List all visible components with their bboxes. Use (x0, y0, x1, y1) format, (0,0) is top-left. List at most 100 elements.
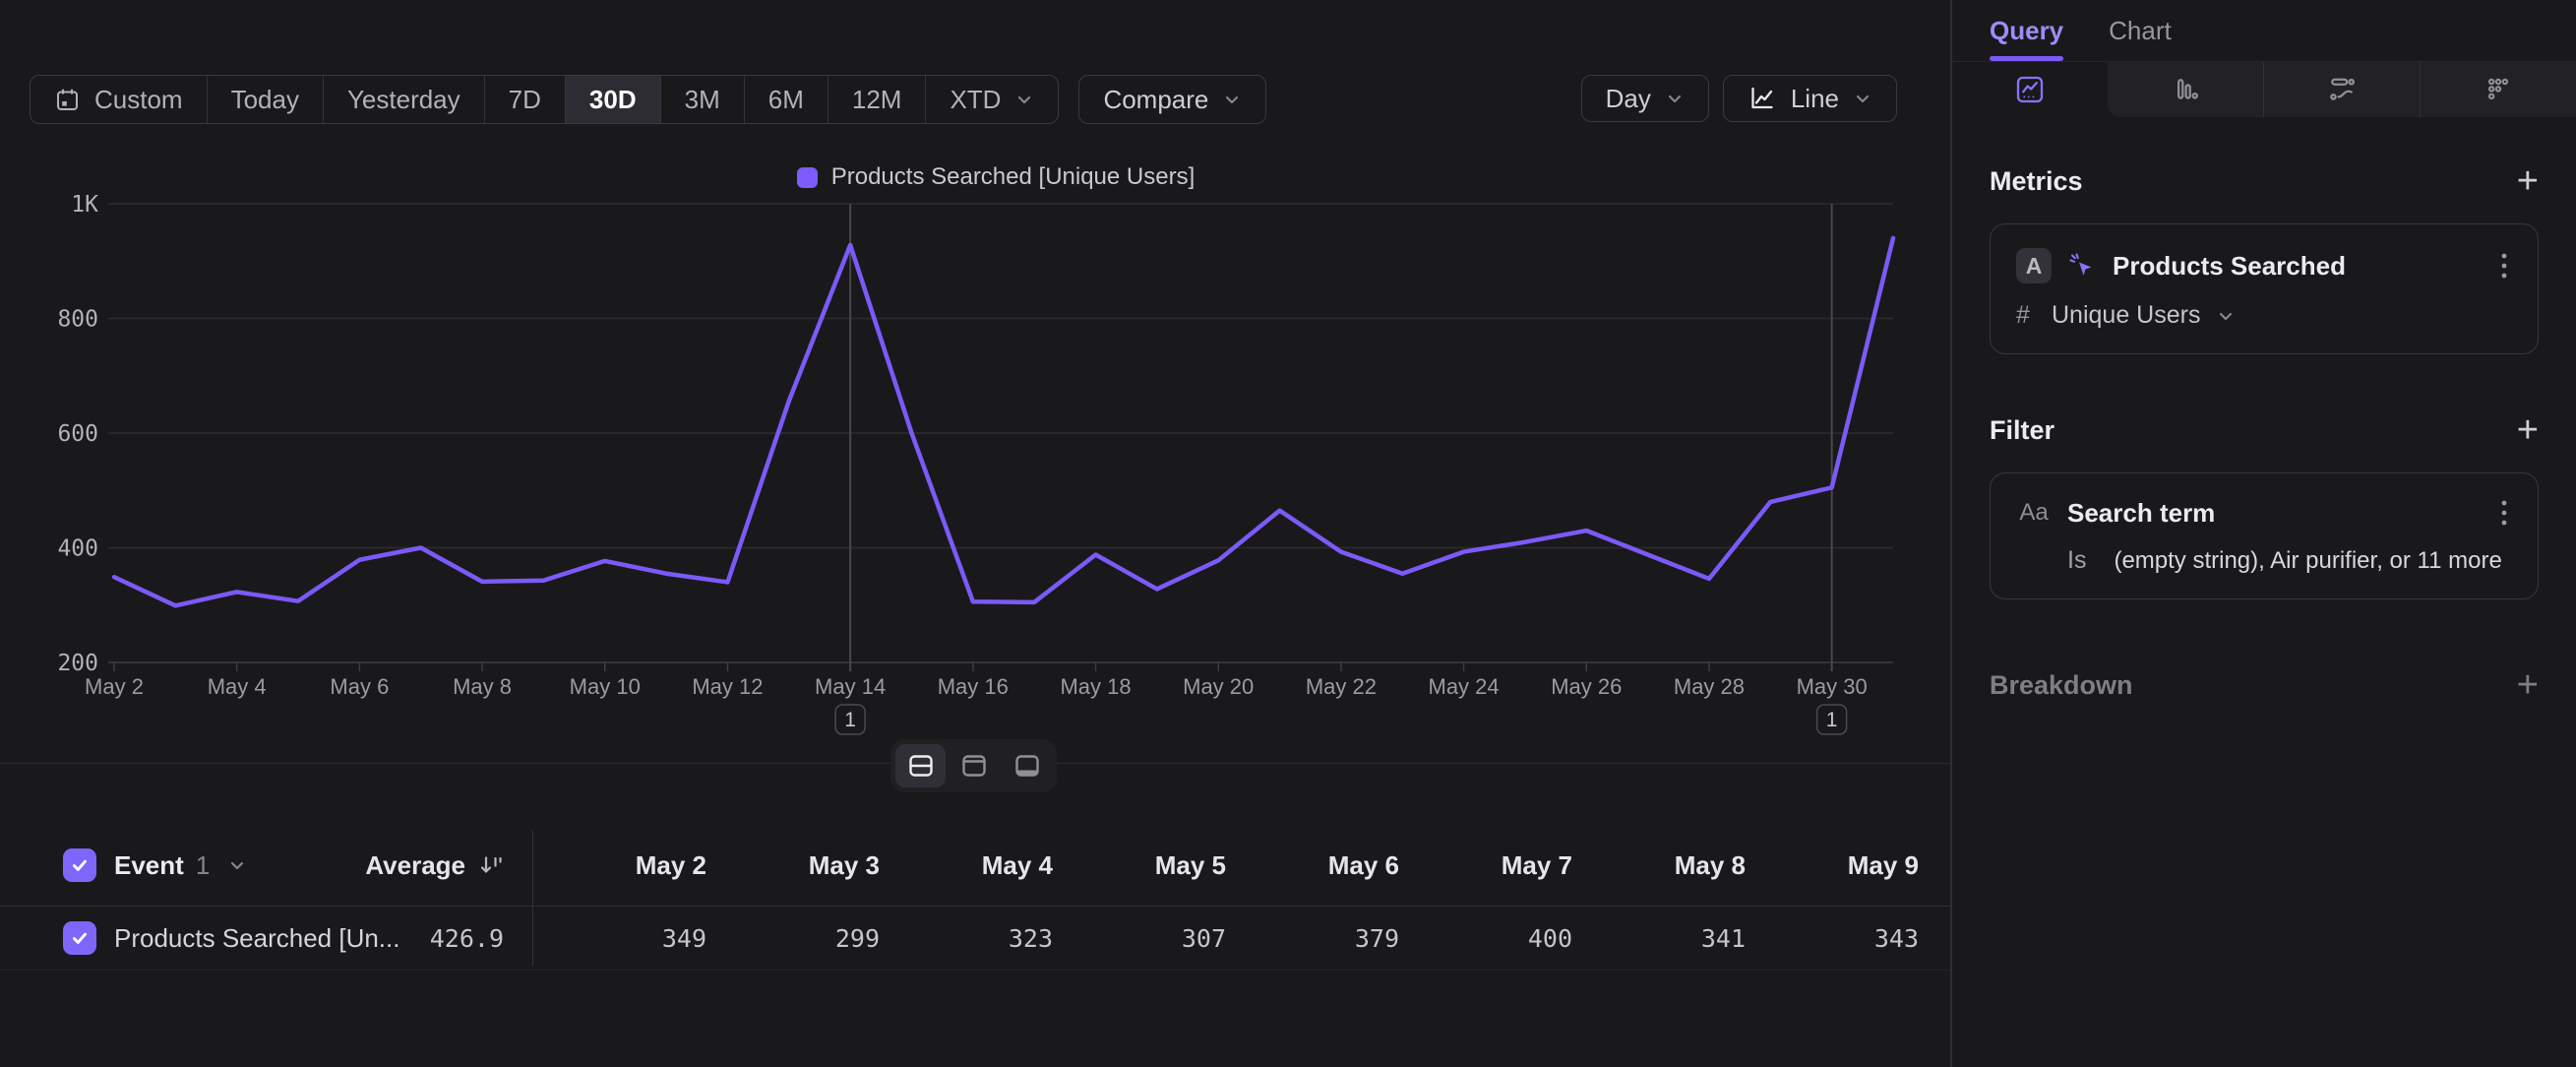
calendar-icon (54, 87, 81, 113)
row-checkbox[interactable] (63, 921, 96, 955)
sort-descending-icon[interactable] (477, 852, 504, 879)
cell-may-4: 323 (880, 924, 1053, 953)
add-breakdown-button[interactable]: + (2517, 666, 2539, 704)
series-line (114, 238, 1893, 605)
metric-name: Products Searched (2113, 251, 2481, 282)
compare-button[interactable]: Compare (1078, 75, 1266, 124)
svg-text:800: 800 (57, 307, 98, 333)
viz-tab-metric[interactable] (2420, 62, 2576, 117)
chevron-down-icon[interactable] (2216, 306, 2236, 326)
main-area: 2004006008001KMay 2May 4May 6May 8May 10… (0, 0, 1950, 1067)
event-click-icon (2067, 251, 2097, 281)
filter-type-badge: Aa (2016, 499, 2052, 527)
range-xtd[interactable]: XTD (925, 76, 1058, 123)
range-today[interactable]: Today (207, 76, 323, 123)
range-30d[interactable]: 30D (565, 76, 660, 123)
column-header-may-6[interactable]: May 6 (1226, 850, 1399, 881)
select-all-checkbox[interactable] (63, 848, 96, 882)
metric-dots-icon (2483, 74, 2514, 105)
legend-swatch (797, 167, 818, 188)
line-chart-icon (1748, 84, 1777, 113)
range-12m[interactable]: 12M (828, 76, 926, 123)
check-icon (70, 928, 90, 948)
date-columns-values: 349299323307379400341343 (533, 924, 1919, 953)
filter-property-name: Search term (2067, 498, 2481, 529)
annotation-badge[interactable] (1817, 705, 1847, 734)
column-header-may-8[interactable]: May 8 (1572, 850, 1746, 881)
viz-tab-flow[interactable] (2263, 62, 2420, 117)
split-layout-icon (906, 751, 936, 781)
metric-card[interactable]: A Products Searched # Unique Users (1990, 223, 2539, 354)
chart-style-label: Line (1791, 84, 1839, 114)
chevron-down-icon[interactable] (227, 855, 247, 875)
range-3m[interactable]: 3M (660, 76, 744, 123)
column-header-may-3[interactable]: May 3 (706, 850, 880, 881)
aggregation-selector[interactable]: Unique Users (2052, 301, 2200, 330)
flow-sankey-icon (2326, 74, 2358, 105)
metrics-section-title: Metrics (1990, 166, 2083, 197)
insights-line-chart-icon (2014, 74, 2046, 105)
filter-menu-button[interactable] (2496, 497, 2512, 529)
svg-text:May 22: May 22 (1306, 674, 1377, 699)
layout-toggle-table-only[interactable] (1002, 744, 1052, 787)
column-header-may-7[interactable]: May 7 (1399, 850, 1572, 881)
filter-card[interactable]: Aa Search term Is (empty string), Air pu… (1990, 472, 2539, 599)
event-count: 1 (196, 850, 210, 881)
layout-toggle-group (890, 739, 1057, 792)
average-column-label: Average (365, 850, 465, 881)
date-columns-header: May 2May 3May 4May 5May 6May 7May 8May 9 (533, 850, 1919, 881)
cell-may-3: 299 (706, 924, 880, 953)
cell-may-9: 343 (1746, 924, 1919, 953)
sidebar-tabs: Query Chart (1952, 0, 2576, 62)
filter-operator[interactable]: Is (2067, 546, 2086, 575)
svg-text:May 2: May 2 (85, 674, 144, 699)
filter-section-title: Filter (1990, 415, 2055, 446)
tab-query[interactable]: Query (1990, 0, 2063, 61)
chart-only-layout-icon (959, 751, 989, 781)
layout-toggle-split[interactable] (895, 744, 946, 787)
breakdown-section-title: Breakdown (1990, 670, 2133, 701)
add-metric-button[interactable]: + (2517, 162, 2539, 200)
add-filter-button[interactable]: + (2517, 411, 2539, 449)
column-header-may-9[interactable]: May 9 (1746, 850, 1919, 881)
column-header-may-2[interactable]: May 2 (533, 850, 706, 881)
svg-text:1: 1 (844, 709, 856, 731)
column-header-may-5[interactable]: May 5 (1053, 850, 1226, 881)
svg-text:May 8: May 8 (453, 674, 512, 699)
granularity-button[interactable]: Day (1581, 75, 1709, 122)
range-yesterday[interactable]: Yesterday (323, 76, 484, 123)
range-7d[interactable]: 7D (484, 76, 565, 123)
event-column-label: Event (114, 850, 184, 881)
svg-text:200: 200 (57, 651, 98, 676)
chevron-down-icon (1665, 89, 1685, 108)
svg-text:400: 400 (57, 536, 98, 562)
query-builder: Metrics + A Products Searched # Unique U… (1952, 162, 2576, 704)
kebab-menu-icon (2500, 497, 2508, 529)
annotation-badge[interactable] (835, 705, 865, 734)
svg-text:1K: 1K (71, 192, 98, 218)
cell-may-7: 400 (1399, 924, 1572, 953)
layout-toggle-chart-only[interactable] (949, 744, 999, 787)
legend-label: Products Searched [Unique Users] (831, 163, 1196, 191)
svg-text:May 4: May 4 (208, 674, 267, 699)
svg-text:May 14: May 14 (815, 674, 886, 699)
metric-menu-button[interactable] (2496, 250, 2512, 282)
visualization-tabs (1952, 62, 2576, 117)
chevron-down-icon (1853, 89, 1872, 108)
viz-tab-insights[interactable] (1952, 62, 2108, 117)
cell-may-2: 349 (533, 924, 706, 953)
range-6m[interactable]: 6M (744, 76, 828, 123)
breakdown-table: Event 1 Average May 2May 3May 4May 5May … (0, 825, 1950, 971)
query-sidebar: Query Chart Metrics + A Products Searche… (1950, 0, 2576, 1067)
table-only-layout-icon (1012, 751, 1042, 781)
chart-style-button[interactable]: Line (1723, 75, 1897, 122)
viz-tab-bar[interactable] (2108, 62, 2263, 117)
cell-may-8: 341 (1572, 924, 1746, 953)
kebab-menu-icon (2500, 250, 2508, 282)
range-custom[interactable]: Custom (31, 76, 207, 123)
cell-may-5: 307 (1053, 924, 1226, 953)
svg-text:May 18: May 18 (1060, 674, 1131, 699)
filter-value[interactable]: (empty string), Air purifier, or 11 more (2114, 547, 2501, 575)
column-header-may-4[interactable]: May 4 (880, 850, 1053, 881)
tab-chart[interactable]: Chart (2109, 0, 2172, 61)
